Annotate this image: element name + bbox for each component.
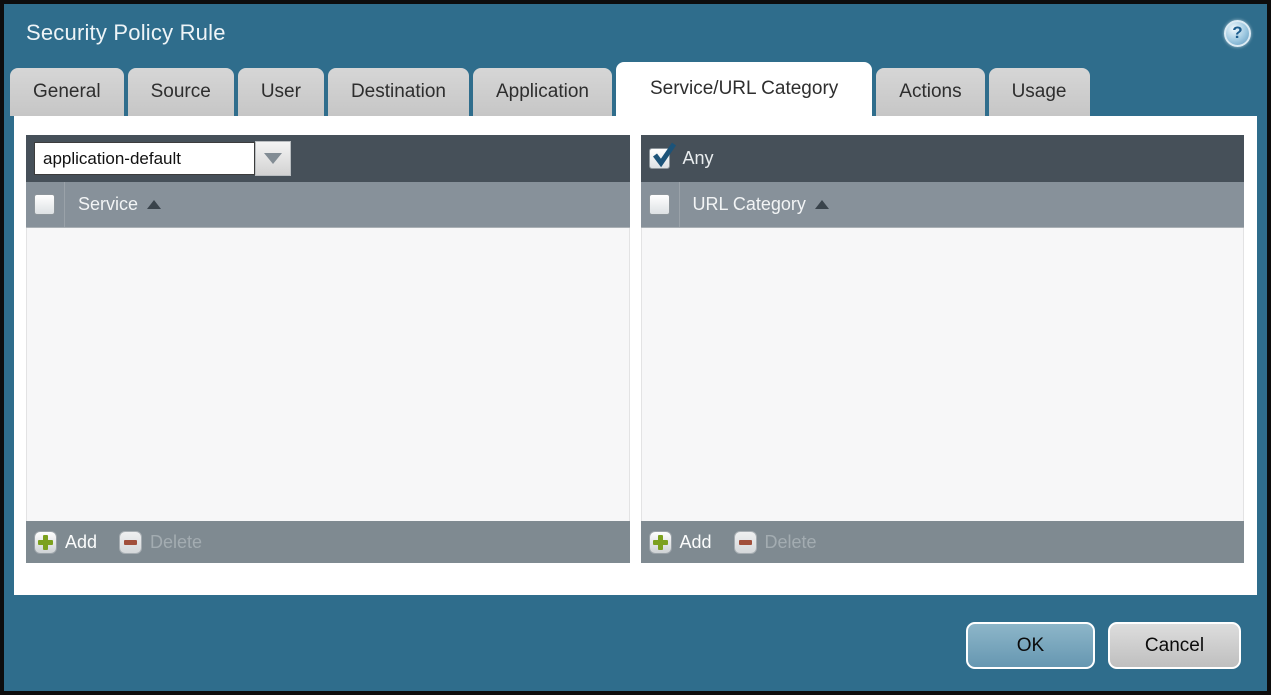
plus-icon (34, 530, 57, 554)
column-divider (678, 182, 680, 227)
select-all-services-checkbox[interactable] (34, 194, 55, 215)
service-column-header: Service (26, 182, 630, 228)
minus-icon (119, 530, 143, 554)
dialog-button-row: OK Cancel (4, 595, 1267, 669)
service-type-input[interactable] (34, 142, 255, 175)
cancel-button[interactable]: Cancel (1108, 622, 1241, 669)
sort-ascending-icon[interactable] (147, 200, 162, 209)
minus-icon (733, 530, 757, 554)
url-category-list[interactable] (640, 228, 1244, 521)
plus-icon (648, 530, 672, 554)
tab-destination[interactable]: Destination (327, 68, 469, 116)
service-type-combo (34, 141, 291, 176)
tab-actions[interactable]: Actions (876, 68, 985, 116)
any-checkbox[interactable] (648, 142, 676, 169)
tab-content: Service Add Delete (14, 116, 1257, 595)
delete-service-button[interactable]: Delete (119, 530, 202, 554)
delete-url-category-button[interactable]: Delete (733, 530, 817, 554)
select-all-url-categories-checkbox[interactable] (648, 194, 670, 215)
tab-service-url-category[interactable]: Service/URL Category (615, 62, 873, 116)
service-panel-footer: Add Delete (26, 521, 630, 563)
url-category-column-header: URL Category (640, 182, 1244, 228)
chevron-down-icon (264, 153, 282, 164)
url-category-panel-footer: Add Delete (640, 521, 1244, 563)
url-category-column-label[interactable]: URL Category (693, 194, 806, 215)
any-label: Any (682, 148, 714, 168)
url-category-panel-header-bar: Any (640, 135, 1244, 182)
service-column-label[interactable]: Service (78, 194, 138, 215)
tab-general[interactable]: General (10, 68, 124, 116)
tab-source[interactable]: Source (127, 68, 234, 116)
tab-bar: General Source User Destination Applicat… (4, 62, 1267, 116)
sort-ascending-icon[interactable] (814, 200, 829, 209)
title-bar: Security Policy Rule ? (4, 4, 1267, 62)
tab-user[interactable]: User (237, 68, 324, 116)
ok-button[interactable]: OK (966, 622, 1095, 669)
checkmark-icon (652, 142, 676, 168)
service-panel-header-bar (26, 135, 630, 182)
column-divider (64, 182, 65, 227)
url-category-panel: Any URL Category Add Delete (640, 135, 1244, 563)
help-icon[interactable]: ? (1224, 19, 1251, 47)
tab-usage[interactable]: Usage (988, 68, 1090, 116)
service-list[interactable] (26, 228, 630, 521)
dialog-title: Security Policy Rule (26, 20, 226, 45)
security-policy-rule-dialog: Security Policy Rule ? General Source Us… (0, 0, 1271, 695)
add-service-button[interactable]: Add (34, 530, 97, 554)
add-url-category-button[interactable]: Add (648, 530, 712, 554)
tab-application[interactable]: Application (473, 68, 612, 116)
service-type-dropdown-button[interactable] (255, 141, 291, 176)
service-panel: Service Add Delete (26, 135, 630, 563)
